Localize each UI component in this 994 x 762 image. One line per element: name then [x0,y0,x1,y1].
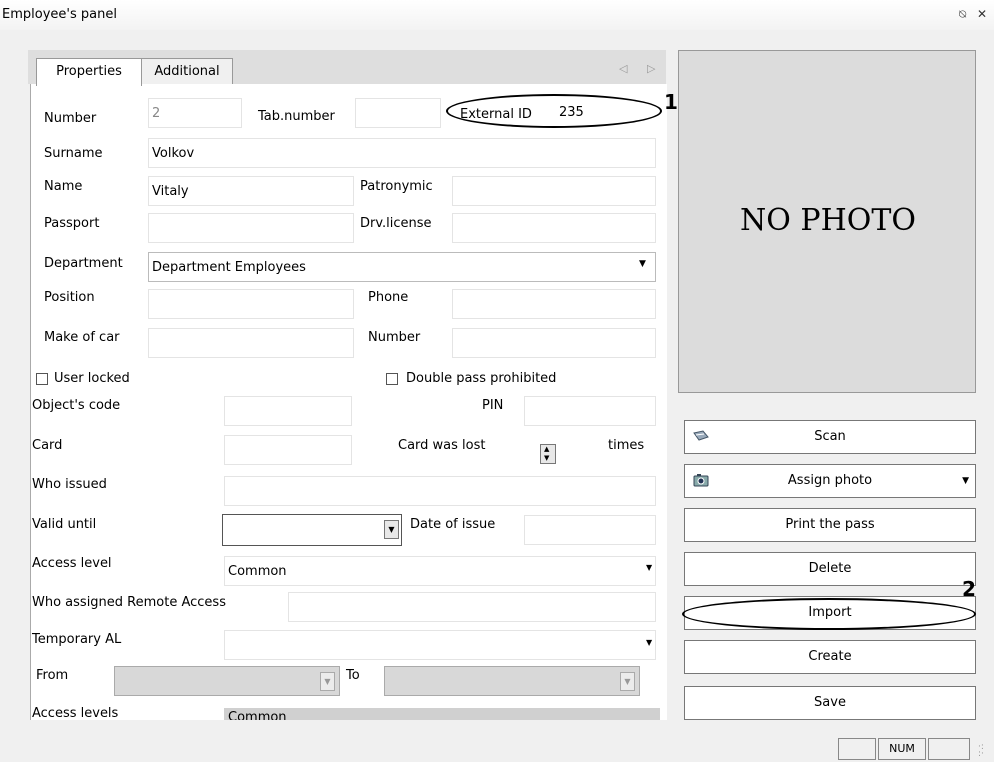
card-lost-spinner[interactable]: ▲ ▼ [540,444,556,464]
assign-photo-dropdown-icon[interactable]: ▼ [962,465,969,497]
callout-number-1: 1 [664,90,678,114]
valid-until-label: Valid until [32,517,97,532]
name-field[interactable]: Vitaly [148,176,354,206]
valid-until-dropdown-icon[interactable]: ▼ [384,520,399,539]
from-datepicker [114,666,340,696]
who-issued-field[interactable] [224,476,656,506]
pin-label: PIN [482,398,504,413]
callout-ellipse-import [682,598,976,630]
camera-icon [693,474,709,487]
create-button[interactable]: Create [684,640,976,674]
make-of-car-label: Make of car [44,330,120,345]
pin-field[interactable] [524,396,656,426]
tab-additional[interactable]: Additional [141,58,233,85]
car-number-label: Number [368,330,421,345]
assign-photo-button[interactable]: Assign photo ▼ [684,464,976,498]
tab-properties[interactable]: Properties [36,58,142,86]
scan-button[interactable]: Scan [684,420,976,454]
department-dropdown-icon[interactable]: ▼ [639,259,646,269]
position-field[interactable] [148,289,354,319]
delete-button[interactable]: Delete [684,552,976,586]
surname-field[interactable]: Volkov [148,138,656,168]
assign-photo-label: Assign photo [787,473,873,488]
drv-license-label: Drv.license [360,216,432,231]
valid-until-datepicker[interactable] [222,514,402,546]
scan-label: Scan [814,429,846,444]
spinner-down-icon[interactable]: ▼ [544,454,549,462]
patronymic-field[interactable] [452,176,656,206]
spinner-up-icon[interactable]: ▲ [544,445,549,453]
callout-number-2: 2 [962,577,976,601]
tab-number-label: Tab.number [258,109,335,124]
double-pass-checkbox[interactable] [386,373,398,385]
save-button[interactable]: Save [684,686,976,720]
double-pass-label: Double pass prohibited [406,371,557,386]
date-of-issue-label: Date of issue [410,517,496,532]
passport-field[interactable] [148,213,354,243]
scanner-icon [693,430,709,441]
department-label: Department [44,256,123,271]
who-assigned-remote-field[interactable] [288,592,656,622]
window-title: Employee's panel [2,7,117,22]
surname-label: Surname [44,146,103,161]
no-photo-text: NO PHOTO [740,203,916,238]
who-assigned-remote-label: Who assigned Remote Access [32,595,226,610]
access-level-label: Access level [32,556,112,571]
tab-number-field[interactable] [355,98,441,128]
access-levels-list[interactable]: Common [224,708,660,720]
objects-code-field[interactable] [224,396,352,426]
passport-label: Passport [44,216,100,231]
resize-grip-icon[interactable]: ·::· [978,743,990,759]
objects-code-label: Object's code [32,398,121,413]
number-field[interactable]: 2 [148,98,242,128]
to-dropdown-icon: ▼ [620,672,635,691]
from-label: From [36,668,69,683]
access-levels-row: Access levels Common [30,704,666,720]
from-dropdown-icon: ▼ [320,672,335,691]
name-label: Name [44,179,83,194]
close-icon[interactable]: ✕ [977,7,987,21]
access-level-select[interactable]: Common [224,556,656,586]
drv-license-field[interactable] [452,213,656,243]
patronymic-label: Patronymic [360,179,433,194]
to-label: To [346,668,360,683]
to-datepicker [384,666,640,696]
card-label: Card [32,438,63,453]
temporary-al-select[interactable] [224,630,656,660]
access-level-dropdown-icon[interactable]: ▼ [646,563,652,572]
tab-scroll-arrows-icon[interactable]: ◁ ▷ [619,62,663,75]
card-field[interactable] [224,435,352,465]
date-of-issue-field[interactable] [524,515,656,545]
number-label: Number [44,111,97,126]
status-cell-3 [928,738,970,760]
callout-ellipse-external-id [446,94,662,128]
temporary-al-label: Temporary AL [32,632,122,647]
photo-placeholder: NO PHOTO [678,50,976,393]
times-label: times [608,438,645,453]
position-label: Position [44,290,95,305]
user-locked-checkbox[interactable] [36,373,48,385]
card-was-lost-label: Card was lost [398,438,486,453]
access-levels-label: Access levels [32,706,119,720]
car-number-field[interactable] [452,328,656,358]
who-issued-label: Who issued [32,477,107,492]
user-locked-label: User locked [54,371,130,386]
department-select[interactable]: Department Employees [148,252,656,282]
status-num: NUM [878,738,926,760]
title-bar [0,0,994,30]
temporary-al-dropdown-icon[interactable]: ▼ [646,638,652,647]
status-cell-1 [838,738,876,760]
print-pass-button[interactable]: Print the pass [684,508,976,542]
make-of-car-field[interactable] [148,328,354,358]
phone-label: Phone [368,290,409,305]
phone-field[interactable] [452,289,656,319]
pin-icon[interactable]: ⍉ [959,7,966,22]
